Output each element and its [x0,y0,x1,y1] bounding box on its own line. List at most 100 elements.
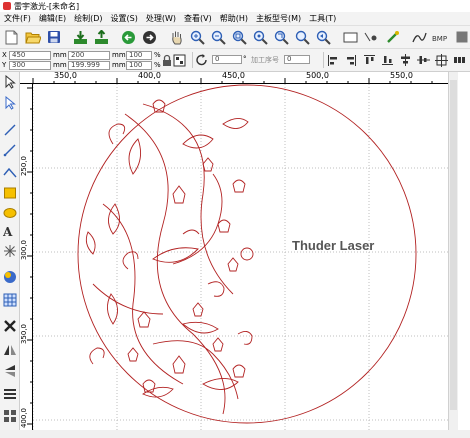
toolbar-separator [192,52,193,68]
align-bottom-icon[interactable] [380,53,394,67]
frame-icon[interactable] [453,29,470,46]
mirror-vertical-icon[interactable] [2,363,18,379]
horizontal-ruler: 350,0 400,0 450,0 500,0 550,0 [20,72,448,84]
canvas-drawing: Thuder Laser [33,84,448,430]
zoom-selection-icon[interactable] [252,29,269,46]
line-tool-icon[interactable] [2,122,18,138]
undo-icon[interactable] [120,29,137,46]
canvas-text-object[interactable]: Thuder Laser [292,238,374,253]
dot-point-icon[interactable] [2,243,18,259]
text-tool-icon[interactable]: A [2,223,18,239]
ruler-x-tick: 500,0 [306,72,329,80]
array-tool-icon[interactable] [2,292,18,308]
property-toolbar: X 450 mm Y 300 mm 200 mm 199.999 mm 100 … [0,49,470,72]
group-grid-icon[interactable] [2,408,18,424]
rotation-input[interactable]: 0 [212,55,242,64]
ruler-y-tick: 250,0 [20,155,29,177]
ruler-y-tick: 400,0 [20,407,29,429]
x-label: X [2,51,7,59]
process-order-input[interactable]: 0 [284,55,310,64]
ruler-y-tick: 300,0 [20,239,29,261]
window-title: 雷宇激光-[未命名] [14,1,80,11]
color-pick-icon[interactable] [384,29,401,46]
align-top-icon[interactable] [362,53,376,67]
ruler-x-tick: 550,0 [390,72,413,80]
zoom-page-icon[interactable] [273,29,290,46]
width-scale-input[interactable]: 100 [126,51,152,60]
width-unit-label: mm [112,51,126,59]
width-input[interactable]: 200 [68,51,110,60]
left-tool-palette: A [0,72,20,430]
floral-circle-design[interactable] [77,84,417,424]
menu-file[interactable]: 文件(F) [0,13,35,24]
align-left-icon[interactable] [326,53,340,67]
title-bar: 雷宇激光-[未命名] [0,0,470,12]
align-center-icon[interactable] [434,53,448,67]
menu-help[interactable]: 帮助(H) [216,13,252,24]
select-arrow-icon[interactable] [2,74,18,90]
menu-settings[interactable]: 设置(S) [107,13,142,24]
y-position-input[interactable]: 300 [9,61,51,70]
zoom-previous-icon[interactable] [315,29,332,46]
x-position-input[interactable]: 450 [9,51,51,60]
x-unit-label: mm [53,51,67,59]
zoom-fit-icon[interactable] [231,29,248,46]
pan-hand-icon[interactable] [168,29,185,46]
menu-process[interactable]: 处理(W) [142,13,180,24]
grid-align-icon[interactable] [172,53,186,67]
rotation-unit: ° [243,55,247,63]
y-label: Y [2,61,7,69]
curve-icon[interactable] [411,29,428,46]
zoom-all-icon[interactable] [294,29,311,46]
mirror-horizontal-icon[interactable] [2,342,18,358]
new-file-icon[interactable] [3,29,20,46]
height-unit-label: mm [112,61,126,69]
redo-icon[interactable] [141,29,158,46]
open-folder-icon[interactable] [24,29,41,46]
ruler-y-tick: 350,0 [20,323,29,345]
toolbar-separator [323,52,324,68]
distribute-icon[interactable] [452,53,466,67]
delete-cross-icon[interactable] [2,318,18,334]
export-icon[interactable] [93,29,110,46]
zoom-out-icon[interactable] [210,29,227,46]
vertical-scrollbar[interactable] [448,72,458,430]
drawing-canvas[interactable]: Thuder Laser [33,84,448,430]
zoom-in-icon[interactable] [189,29,206,46]
node-edit-icon[interactable] [363,29,380,46]
height-scale-input[interactable]: 100 [126,61,152,70]
menu-view[interactable]: 查看(V) [180,13,216,24]
layer-order-icon[interactable] [2,386,18,402]
bitmap-tool-icon[interactable] [2,269,18,285]
align-center-h-icon[interactable] [416,53,430,67]
svg-text:A: A [3,225,13,238]
align-right-icon[interactable] [344,53,358,67]
ruler-x-tick: 400,0 [138,72,161,80]
y-unit-label: mm [53,61,67,69]
select-rect-icon[interactable] [342,29,359,46]
menu-board-model[interactable]: 主板型号(M) [252,13,305,24]
menu-edit[interactable]: 编辑(E) [35,13,70,24]
menu-tools[interactable]: 工具(T) [305,13,340,24]
ruler-x-tick: 450,0 [222,72,245,80]
node-select-icon[interactable] [2,95,18,111]
vertical-ruler: 250,0 300,0 350,0 400,0 [20,84,33,430]
menu-bar: 文件(F) 编辑(E) 绘制(D) 设置(S) 处理(W) 查看(V) 帮助(H… [0,12,470,26]
save-icon[interactable] [45,29,62,46]
process-order-label: 加工序号 [251,56,279,64]
app-icon [3,2,11,10]
svg-text:BMP: BMP [432,35,447,43]
polyline-tool-icon[interactable] [2,142,18,158]
height-input[interactable]: 199.999 [68,61,110,70]
scrollbar-thumb[interactable] [450,80,457,410]
curve-tool-icon[interactable] [2,164,18,180]
main-toolbar: BMP [0,26,470,49]
rectangle-tool-icon[interactable] [2,185,18,201]
menu-draw[interactable]: 绘制(D) [70,13,106,24]
import-icon[interactable] [72,29,89,46]
ellipse-tool-icon[interactable] [2,205,18,221]
rotate-icon[interactable] [195,53,209,67]
bitmap-icon[interactable]: BMP [432,29,449,46]
ruler-x-tick: 350,0 [54,72,77,80]
align-center-v-icon[interactable] [398,53,412,67]
